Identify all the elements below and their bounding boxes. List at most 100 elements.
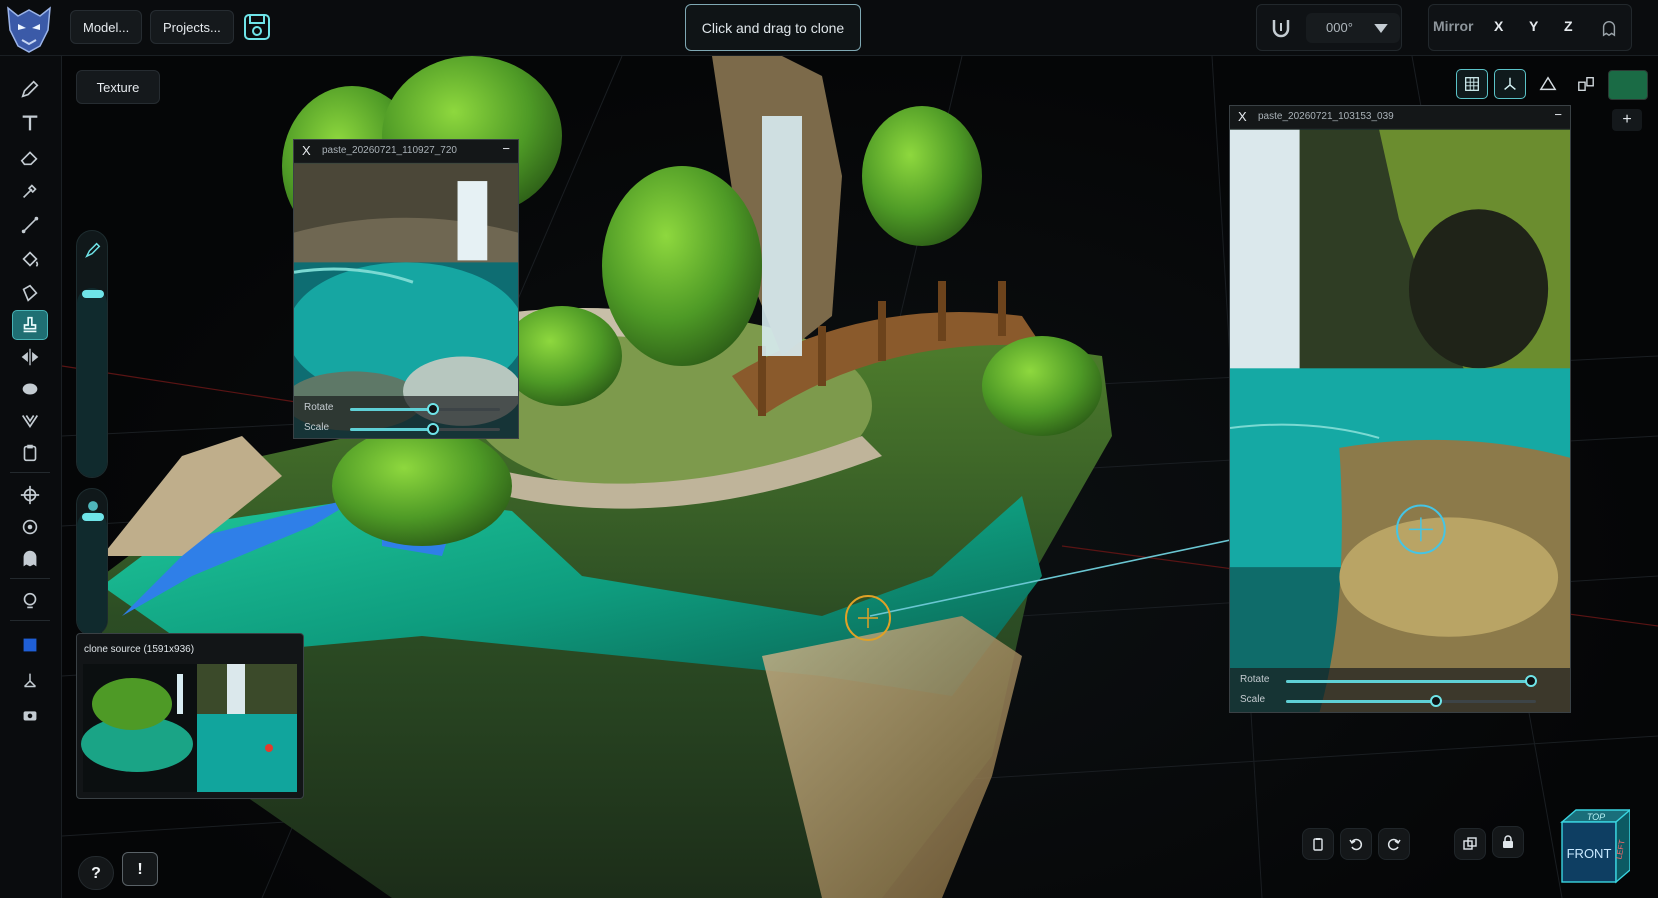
mirror-y-button[interactable]: Y [1529, 18, 1538, 34]
rotate-thumb-left[interactable] [426, 403, 439, 415]
angle-select[interactable]: 000° [1306, 13, 1400, 43]
layers-icon [1463, 837, 1477, 850]
paste-header-left[interactable]: paste_20260721_110927_720 [294, 140, 518, 162]
rotate-fill-left [350, 408, 433, 411]
color-square-icon [23, 638, 37, 652]
eraser-icon [20, 151, 38, 166]
app-logo-icon[interactable] [4, 2, 54, 54]
redo-button[interactable] [1378, 828, 1410, 860]
mirror-label: Mirror [1433, 18, 1474, 34]
paste-title-left: paste_20260721_110927_720 [322, 145, 457, 156]
copy-view-button[interactable] [1454, 828, 1486, 860]
paste-panel-left[interactable]: paste_20260721_110927_720 X − Rotate Sca… [293, 139, 519, 439]
brush-size-slider[interactable] [76, 230, 108, 478]
model-menu-button[interactable]: Model... [70, 10, 143, 44]
mirror-x-button[interactable]: X [1494, 18, 1503, 34]
swap-icon [1578, 77, 1594, 91]
scale-thumb-right[interactable] [1430, 695, 1442, 707]
alert-button[interactable]: ! [122, 852, 158, 886]
wireframe-toggle-button[interactable] [1532, 69, 1564, 99]
lasso-icon [21, 415, 39, 428]
tool-text[interactable] [12, 108, 48, 138]
vertex-icon [22, 284, 38, 302]
tool-line[interactable] [12, 210, 48, 240]
add-paste-button[interactable]: + [1612, 109, 1642, 131]
ghost-icon [23, 550, 37, 567]
paste-controls-left: Rotate Scale [294, 396, 518, 438]
tool-eyedropper[interactable] [12, 176, 48, 206]
scale-thumb-left[interactable] [426, 423, 439, 435]
smooth-icon [22, 383, 38, 395]
opacity-fill [77, 510, 107, 635]
navcube-top-label[interactable]: TOP [1587, 812, 1605, 822]
nav-cube[interactable]: TOP FRONT LEFT [1556, 806, 1630, 886]
navcube-front-label[interactable]: FRONT [1567, 846, 1612, 861]
tool-mirror[interactable] [12, 342, 48, 372]
rotate-slider-left[interactable] [350, 403, 500, 415]
tool-vertex[interactable] [12, 278, 48, 308]
texture-button[interactable]: Texture [76, 70, 160, 104]
rotate-fill-right [1286, 680, 1531, 683]
ghost-icon[interactable] [1600, 19, 1618, 37]
clone-source-thumbnail[interactable] [77, 634, 304, 799]
fill-bucket-icon [22, 251, 39, 267]
scale-fill-left [350, 428, 433, 431]
paste-minimize-button-right[interactable]: − [1554, 106, 1562, 124]
tool-ghost[interactable] [12, 544, 48, 574]
tool-select[interactable] [12, 406, 48, 436]
left-toolbar [0, 56, 62, 898]
tool-camera-persp[interactable] [12, 666, 48, 696]
help-button[interactable]: ? [78, 856, 114, 890]
mirror-z-button[interactable]: Z [1564, 18, 1573, 34]
save-button[interactable] [240, 10, 274, 44]
clipboard-icon [23, 444, 37, 462]
paint-color-swatch[interactable] [12, 630, 48, 660]
lock-button[interactable] [1492, 826, 1524, 858]
lock-icon [1503, 835, 1513, 848]
grid-icon [1465, 77, 1479, 91]
scale-slider-left[interactable] [350, 423, 500, 435]
paste-image-right[interactable] [1230, 128, 1570, 713]
move-icon [20, 485, 40, 505]
opacity-slider[interactable] [76, 488, 108, 636]
paste-panel-right[interactable]: paste_20260721_103153_039 X − Rotate Sca… [1229, 105, 1571, 713]
tool-smooth[interactable] [12, 374, 48, 404]
projects-menu-button[interactable]: Projects... [150, 10, 234, 44]
tool-paste[interactable] [12, 438, 48, 468]
paste-close-button-left[interactable]: X [302, 140, 311, 162]
tool-eraser[interactable] [12, 142, 48, 172]
brush-size-knob[interactable] [82, 290, 104, 299]
tool-light[interactable] [12, 586, 48, 616]
rotate-thumb-right[interactable] [1525, 675, 1537, 687]
toolbar-divider [10, 620, 50, 621]
scale-slider-right[interactable] [1286, 695, 1536, 707]
paint-color-swatch[interactable] [1608, 70, 1648, 100]
tool-clone-stamp[interactable] [12, 310, 48, 340]
tool-screenshot[interactable] [12, 700, 48, 730]
axes-toggle-button[interactable] [1494, 69, 1526, 99]
rotate-label-left: Rotate [304, 402, 334, 413]
paste-minimize-button-left[interactable]: − [502, 140, 510, 158]
scale-label-right: Scale [1240, 694, 1266, 705]
tool-focus[interactable] [12, 512, 48, 542]
magnet-icon[interactable] [1269, 17, 1293, 41]
undo-icon [1349, 838, 1363, 851]
grid-toggle-button[interactable] [1456, 69, 1488, 99]
clone-source-panel[interactable]: clone source (1591x936) [76, 633, 304, 799]
text-icon [22, 115, 38, 131]
tool-fill[interactable] [12, 244, 48, 274]
line-icon [21, 216, 39, 234]
redo-icon [1387, 838, 1401, 851]
tool-move[interactable] [12, 480, 48, 510]
clipboard-button[interactable] [1302, 828, 1334, 860]
undo-button[interactable] [1340, 828, 1372, 860]
tool-pen[interactable] [12, 74, 48, 104]
swap-view-button[interactable] [1570, 69, 1602, 99]
rotate-slider-right[interactable] [1286, 675, 1537, 687]
paste-header-right[interactable]: paste_20260721_103153_039 [1230, 106, 1570, 128]
toolbar-divider [10, 472, 50, 473]
toolbar-divider [10, 578, 50, 579]
paste-close-button-right[interactable]: X [1238, 106, 1247, 128]
opacity-knob[interactable] [82, 512, 104, 521]
paste-title-right: paste_20260721_103153_039 [1258, 111, 1394, 122]
